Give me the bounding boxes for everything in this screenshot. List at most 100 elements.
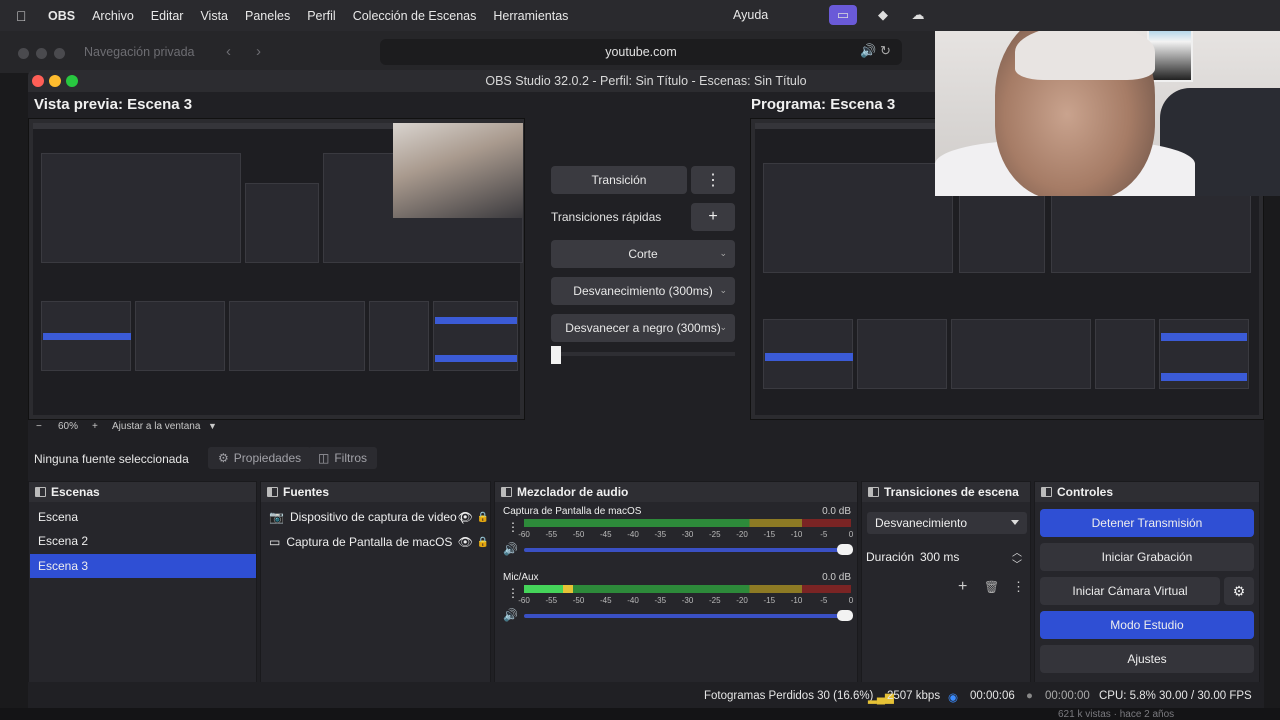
meter-tick-label: -55 (545, 530, 558, 539)
vpn-icon[interactable]: ◆ (869, 5, 897, 25)
transition-menu-button[interactable]: ⋮ (691, 166, 735, 194)
channel-db: 0.0 dB (822, 572, 851, 583)
fit-dropdown-icon[interactable]: ▼ (208, 421, 217, 431)
meter-tick-label: -40 (627, 530, 639, 539)
meter-tick-label: -15 (763, 530, 776, 539)
program-label: Programa: Escena 3 (751, 96, 896, 113)
dropdown-arrow-icon (1011, 520, 1019, 525)
trash-icon[interactable]: 🗑 (984, 580, 999, 594)
virtual-camera-settings-button[interactable]: ⚙ (1224, 577, 1254, 605)
menu-bar:  OBS Archivo Editar Vista Paneles Perfi… (0, 0, 1280, 31)
properties-button[interactable]: ⚙ Propiedades (208, 447, 312, 469)
forward-icon[interactable]: › (256, 43, 261, 60)
eye-icon[interactable]: 👁 (458, 535, 473, 549)
address-bar[interactable]: youtube.com 🔊 ↻ (380, 39, 902, 65)
settings-label: Ajustes (1127, 652, 1167, 666)
meter-tick-label: -60 (518, 530, 530, 539)
screen-share-icon[interactable]: ▭ (829, 5, 857, 25)
source-item[interactable]: 📷 Dispositivo de captura de video ( 👁 🔒 (269, 505, 489, 529)
volume-knob[interactable] (837, 610, 853, 621)
lock-icon[interactable]: 🔒 (477, 537, 489, 548)
filters-button[interactable]: ◫ Filtros (308, 447, 378, 469)
streaming-icon: ◉ (948, 692, 959, 704)
cloud-icon[interactable]: ☁ (904, 5, 932, 25)
scene-item[interactable]: Escena 2 (30, 529, 256, 553)
reload-icon[interactable]: ↻ (880, 43, 891, 59)
menu-perfil[interactable]: Perfil (307, 9, 335, 23)
menu-editar[interactable]: Editar (151, 9, 184, 23)
kebab-icon[interactable]: ⋮ (1012, 579, 1025, 595)
filters-label: Filtros (334, 451, 368, 465)
t-bar-track[interactable] (551, 352, 735, 356)
browser-close-dot[interactable] (18, 48, 29, 59)
transition-button[interactable]: Transición (551, 166, 687, 194)
add-quick-transition-button[interactable]: + (691, 203, 735, 231)
start-recording-button[interactable]: Iniciar Grabación (1040, 543, 1254, 571)
meter-tick-label: -10 (790, 596, 803, 605)
quick-transition-corte[interactable]: Corte ⌄ (551, 240, 735, 268)
menu-archivo[interactable]: Archivo (92, 9, 134, 23)
audio-meter (524, 519, 851, 527)
menu-vista[interactable]: Vista (200, 9, 228, 23)
mixer-title: Mezclador de audio (517, 485, 629, 499)
speaker-icon[interactable]: 🔊 (503, 542, 518, 556)
start-virtual-camera-button[interactable]: Iniciar Cámara Virtual (1040, 577, 1220, 605)
menu-ayuda[interactable]: Ayuda (733, 8, 768, 22)
browser-min-dot[interactable] (36, 48, 47, 59)
dock-icon (501, 487, 512, 497)
meter-level (524, 585, 574, 593)
volume-slider[interactable] (524, 544, 853, 555)
studio-mode-button[interactable]: Modo Estudio (1040, 611, 1254, 639)
browser-max-dot[interactable] (54, 48, 65, 59)
volume-slider[interactable] (524, 610, 853, 621)
quick-transition-fade[interactable]: Desvanecimiento (300ms) ⌄ (551, 277, 735, 305)
controls-dock: Controles Detener Transmisión Iniciar Gr… (1034, 481, 1260, 710)
menu-paneles[interactable]: Paneles (245, 9, 290, 23)
menu-coleccion-escenas[interactable]: Colección de Escenas (353, 9, 477, 23)
scene-item[interactable]: Escena (30, 505, 256, 529)
duration-spinbox[interactable]: 300 ms ︿ ﹀ (918, 546, 1028, 571)
zoom-out-button[interactable]: − (36, 421, 42, 432)
zoom-level: 60% (58, 421, 79, 432)
transition-select[interactable]: Desvanecimiento (867, 512, 1027, 534)
source-toolbar: Ninguna fuente seleccionada ⚙ Propiedades… (28, 444, 1264, 472)
audio-icon[interactable]: 🔊 (860, 43, 876, 59)
chevron-down-icon: ⌄ (719, 322, 727, 332)
menu-herramientas[interactable]: Herramientas (493, 9, 568, 23)
t-bar-handle[interactable] (551, 346, 561, 364)
apple-icon[interactable]:  (16, 8, 34, 24)
menu-app-obs[interactable]: OBS (48, 9, 75, 23)
meter-ticks: -60 -55 -50 -45 -40 -35 -30 -25 -20 -15 -10 -5 0 (518, 530, 853, 542)
properties-label: Propiedades (233, 451, 302, 465)
sources-dock: Fuentes 📷 Dispositivo de captura de vide… (260, 481, 491, 710)
mixer-channel: Mic/Aux 0.0 dB ⋮ -60 -55 -50 -45 -40 -35 -30 -2… (503, 572, 853, 632)
settings-button[interactable]: Ajustes (1040, 645, 1254, 673)
quick-transition-fade-black[interactable]: Desvanecer a negro (300ms) ⌄ (551, 314, 735, 342)
controls-header: Controles (1035, 482, 1259, 502)
spin-down-icon[interactable]: ﹀ (1012, 556, 1022, 571)
source-item-label: Captura de Pantalla de macOS (286, 535, 453, 549)
quick-transition-label: Corte (628, 247, 658, 261)
back-icon[interactable]: ‹ (226, 43, 231, 60)
sources-title: Fuentes (283, 485, 330, 499)
lock-icon[interactable]: 🔒 (477, 512, 489, 523)
meter-tick-label: -55 (545, 596, 558, 605)
zoom-fit-label[interactable]: Ajustar a la ventana (112, 421, 200, 432)
stream-time: 00:00:06 (970, 690, 1015, 702)
eye-icon[interactable]: 👁 (458, 510, 473, 524)
scene-item-selected[interactable]: Escena 3 (30, 554, 256, 578)
source-item[interactable]: ▭ Captura de Pantalla de macOS 👁 🔒 (269, 530, 489, 554)
controls-title: Controles (1057, 485, 1114, 499)
chevron-down-icon: ⌄ (719, 248, 727, 258)
volume-knob[interactable] (837, 544, 853, 555)
add-transition-icon[interactable]: + (958, 578, 967, 596)
stop-streaming-button[interactable]: Detener Transmisión (1040, 509, 1254, 537)
preview-canvas[interactable] (28, 118, 525, 420)
plus-icon: + (708, 208, 718, 225)
kebab-icon[interactable]: ⋮ (507, 520, 519, 534)
speaker-icon[interactable]: 🔊 (503, 608, 518, 622)
quick-transition-label: Desvanecimiento (300ms) (573, 284, 713, 298)
kebab-icon[interactable]: ⋮ (507, 586, 519, 600)
zoom-in-button[interactable]: + (92, 421, 98, 432)
dock-icon (868, 487, 879, 497)
